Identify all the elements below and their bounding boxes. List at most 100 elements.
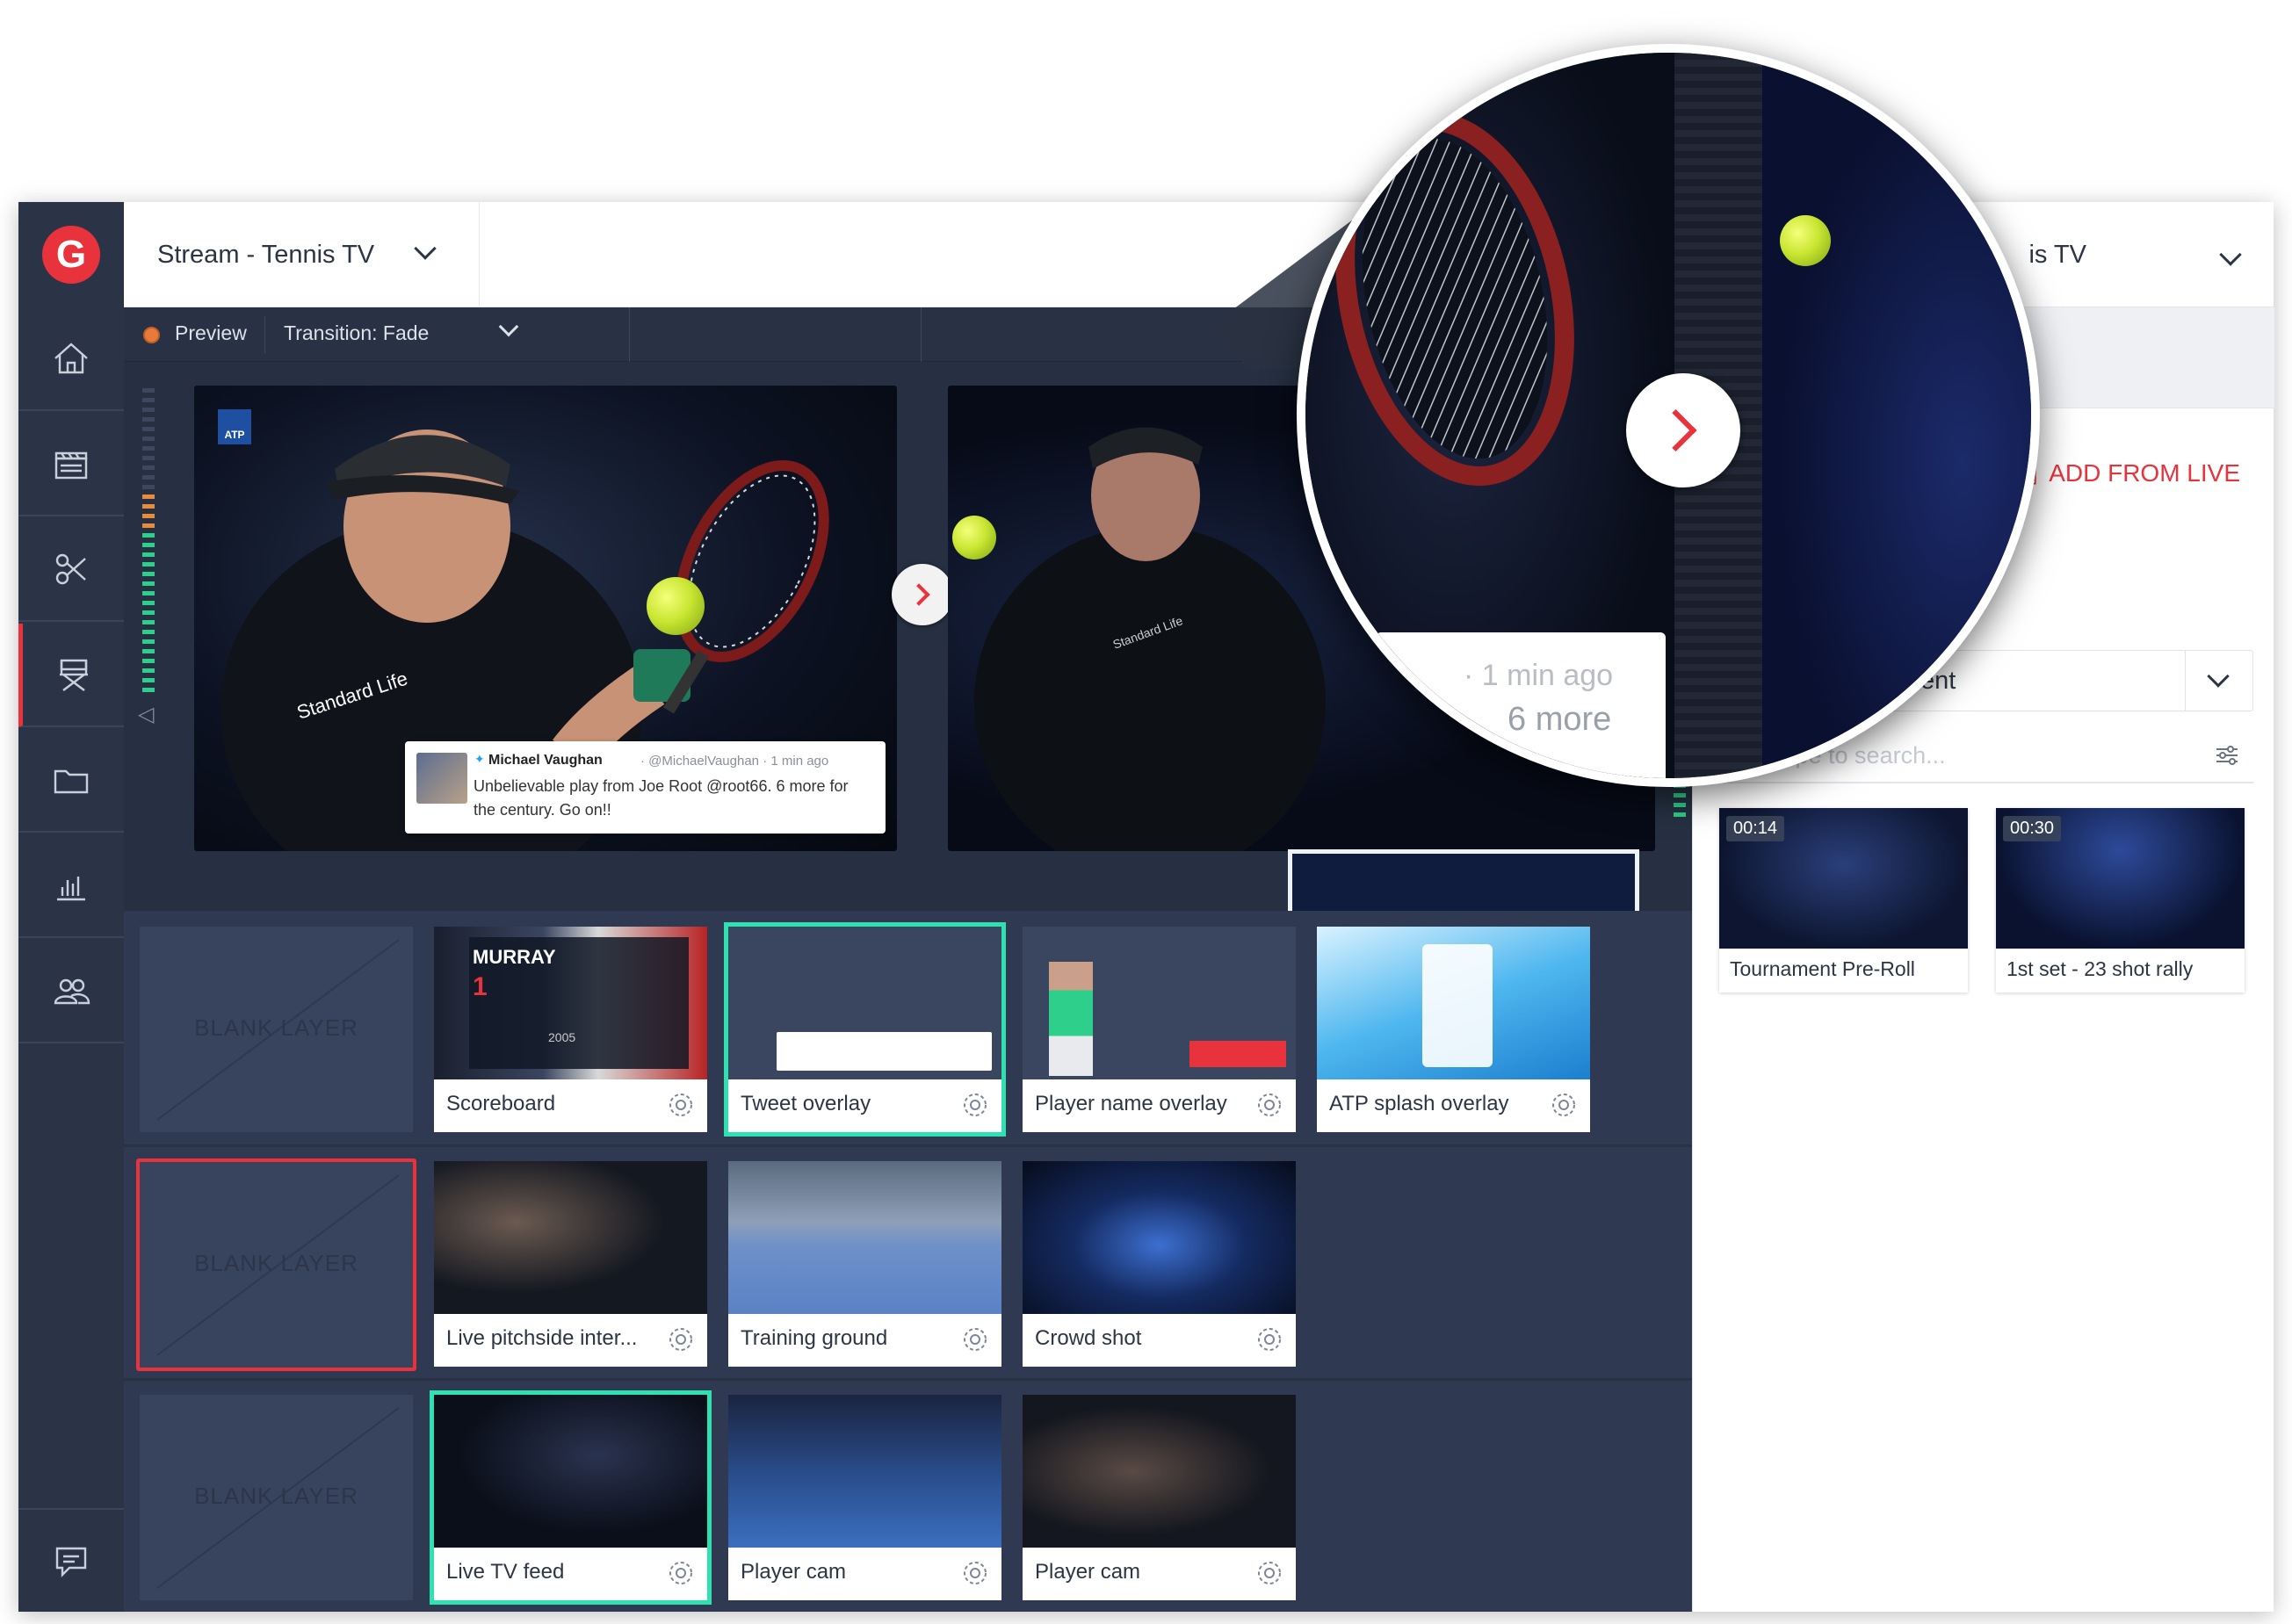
preview-screen[interactable]: Standard Life ATP ✦ Michael Vaughan · @M… — [194, 386, 897, 851]
meter-segment — [142, 678, 155, 682]
gear-icon[interactable] — [667, 1091, 695, 1119]
gear-icon[interactable] — [961, 1325, 989, 1353]
preview-label: Preview — [175, 321, 247, 344]
gear-icon[interactable] — [1255, 1559, 1283, 1587]
transition-selector[interactable]: Transition: Fade — [284, 321, 429, 345]
chevron-right-icon — [907, 583, 930, 606]
gear-icon[interactable] — [1255, 1325, 1283, 1353]
sidebar-item-users[interactable] — [18, 940, 124, 1043]
meter-segment — [142, 601, 155, 605]
player-figure — [1049, 962, 1093, 1076]
add-from-live-button[interactable]: ▤ ADD FROM LIVE — [2015, 458, 2240, 487]
sidebar-item-director[interactable] — [18, 624, 124, 727]
meter-segment — [142, 504, 155, 509]
meter-segment — [142, 427, 155, 431]
sidebar-item-clips[interactable] — [18, 413, 124, 516]
meter-segment — [142, 437, 155, 441]
meter-segment — [142, 620, 155, 624]
meter-segment — [142, 408, 155, 412]
tile-label: Player cam — [1035, 1560, 1141, 1584]
tile-footer: Crowd shot — [1023, 1314, 1296, 1367]
atp-logo-panel — [1422, 944, 1493, 1067]
tile-label: Live TV feed — [446, 1560, 565, 1584]
layer-tile-live-pitchside[interactable]: Live pitchside inter... — [434, 1161, 707, 1367]
magnified-preview: · 1 min ago 6 more — [1305, 53, 1674, 778]
speaker-muted-icon[interactable]: ◁ — [138, 702, 154, 727]
clip-card[interactable]: 00:14 Tournament Pre-Roll — [1719, 808, 1968, 992]
take-transition-button[interactable] — [892, 564, 953, 625]
player-name-overlay-thumbnail — [1023, 927, 1296, 1079]
meter-segment — [142, 659, 155, 663]
tweet-text: Unbelievable play from Joe Root @root66.… — [474, 777, 849, 819]
blank-layer-label: BLANK LAYER — [194, 1250, 358, 1276]
sidebar-item-home[interactable] — [18, 307, 124, 411]
meter-segment — [142, 562, 155, 567]
output-selector-label: is TV — [2028, 240, 2086, 269]
layer-tile-player-name-overlay[interactable]: Player name overlay — [1023, 927, 1296, 1132]
sidebar-item-edit[interactable] — [18, 518, 124, 622]
meter-segment — [142, 523, 155, 528]
meter-segment — [142, 639, 155, 644]
meter-segment — [1674, 793, 1686, 798]
gear-icon[interactable] — [961, 1559, 989, 1587]
layer-tile-player-cam-1[interactable]: Player cam — [728, 1395, 1001, 1600]
magnifier-lens: · 1 min ago 6 more — [1297, 44, 2040, 787]
gear-icon[interactable] — [667, 1325, 695, 1353]
player-cam-thumbnail — [1023, 1395, 1296, 1548]
layer-tile-live-tv-feed[interactable]: Live TV feed — [430, 1390, 712, 1605]
meter-segment — [142, 446, 155, 451]
meter-segment — [142, 581, 155, 586]
sidebar: G — [18, 202, 124, 1612]
gear-icon[interactable] — [1255, 1091, 1283, 1119]
tile-footer: Scoreboard — [434, 1079, 707, 1132]
magnified-live — [1762, 53, 2031, 778]
magnified-take-button[interactable] — [1626, 373, 1740, 487]
tile-label: Scoreboard — [446, 1092, 556, 1115]
layer-tile-crowd-shot[interactable]: Crowd shot — [1023, 1161, 1296, 1367]
gear-icon[interactable] — [1550, 1091, 1578, 1119]
chevron-down-icon — [2207, 665, 2230, 688]
row-divider — [124, 1144, 1692, 1147]
filter-sliders-icon[interactable] — [2213, 741, 2241, 769]
sidebar-item-chat[interactable] — [18, 1508, 124, 1612]
scoreboard-rank: 1 — [473, 972, 488, 1001]
avatar — [416, 753, 467, 804]
layer-tile-tweet-overlay[interactable]: Tweet overlay — [724, 922, 1006, 1137]
blank-layer[interactable]: BLANK LAYER — [140, 927, 413, 1132]
divider — [921, 307, 922, 362]
tile-label: Player cam — [741, 1560, 847, 1584]
sidebar-item-files[interactable] — [18, 729, 124, 833]
blank-layer[interactable]: BLANK LAYER — [140, 1395, 413, 1600]
layer-tile-scoreboard[interactable]: MURRAY 1 2005 Scoreboard — [434, 927, 707, 1132]
chevron-down-icon[interactable] — [498, 316, 519, 337]
layer-tile-atp-splash[interactable]: ATP splash overlay — [1317, 927, 1590, 1132]
tweet-meta: · @MichaelVaughan · 1 min ago — [640, 754, 829, 769]
meter-segment — [142, 610, 155, 615]
atp-badge: ATP — [218, 409, 251, 444]
meter-segment — [142, 456, 155, 460]
layer-tile-player-cam-2[interactable]: Player cam — [1023, 1395, 1296, 1600]
stream-selector[interactable]: Stream - Tennis TV — [124, 202, 480, 307]
home-icon — [54, 343, 88, 374]
blank-layer-label: BLANK LAYER — [194, 1014, 358, 1041]
blank-layer-active[interactable]: BLANK LAYER — [136, 1158, 416, 1371]
meter-segment — [142, 630, 155, 634]
tile-footer: Live pitchside inter... — [434, 1314, 707, 1367]
scoreboard-year: 2005 — [548, 1030, 576, 1044]
chevron-right-icon — [1654, 408, 1697, 452]
scoreboard-player-name: MURRAY — [473, 946, 556, 968]
meter-segment — [1674, 803, 1686, 807]
gear-icon[interactable] — [961, 1091, 989, 1119]
twitter-bird-icon: ✦ — [474, 752, 485, 766]
tennis-ball-image — [952, 516, 996, 559]
gear-icon[interactable] — [667, 1559, 695, 1587]
clip-label: 1st set - 23 shot rally — [2006, 957, 2194, 980]
meter-segment — [142, 494, 155, 499]
magnified-tweet-text: 6 more — [1508, 701, 1612, 738]
sidebar-item-analytics[interactable] — [18, 834, 124, 938]
clip-card[interactable]: 00:30 1st set - 23 shot rally — [1996, 808, 2245, 992]
layer-tile-training-ground[interactable]: Training ground — [728, 1161, 1001, 1367]
meter-segment — [142, 485, 155, 489]
logo-area[interactable]: G — [18, 202, 124, 307]
chat-icon — [55, 1547, 87, 1577]
